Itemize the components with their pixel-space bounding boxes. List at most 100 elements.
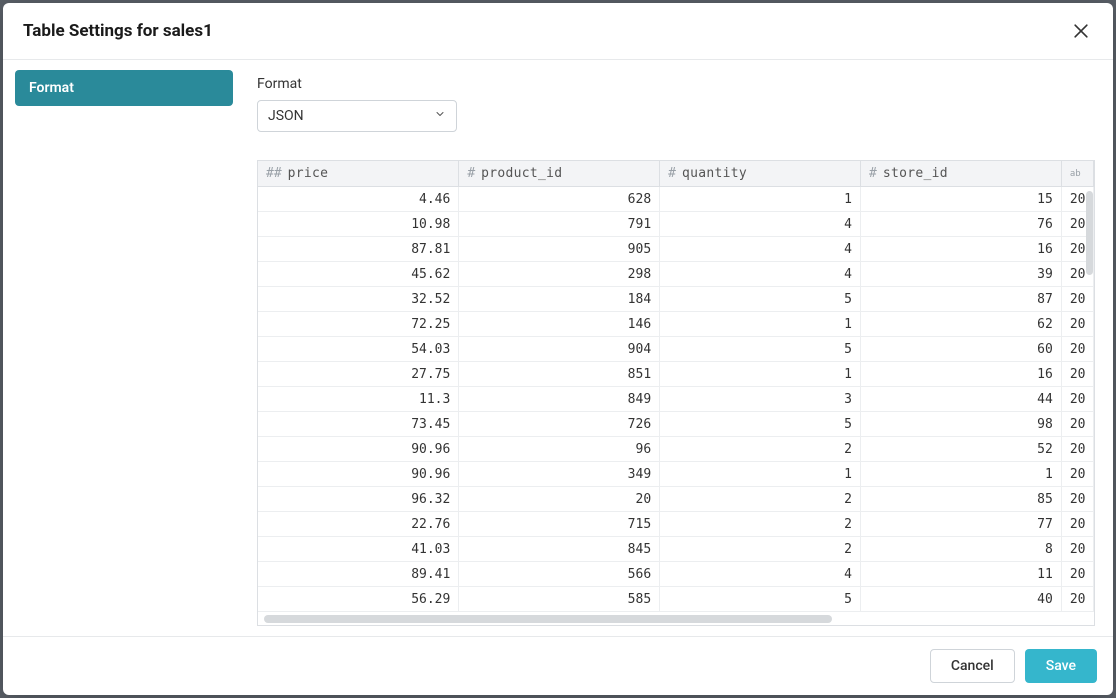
column-name: quantity [682, 166, 747, 181]
table-cell: 4.46 [258, 187, 459, 212]
table-cell: 77 [860, 512, 1061, 537]
table-row[interactable]: 54.0390456020 [258, 337, 1094, 362]
modal-title: Table Settings for sales1 [23, 21, 213, 41]
table-cell: 1 [660, 187, 861, 212]
sidebar-tab-format[interactable]: Format [15, 70, 233, 106]
close-button[interactable] [1069, 19, 1093, 43]
table-cell: 20 [459, 487, 660, 512]
table-cell: 56.29 [258, 587, 459, 612]
horizontal-scrollbar[interactable] [258, 611, 1094, 625]
vertical-scrollbar-thumb[interactable] [1086, 191, 1093, 275]
table-cell: 40 [860, 587, 1061, 612]
table-cell: 72.25 [258, 312, 459, 337]
table-cell: 11 [860, 562, 1061, 587]
column-header-extra[interactable]: ab [1061, 161, 1093, 187]
save-button-label: Save [1046, 658, 1076, 674]
table-cell: 726 [459, 412, 660, 437]
table-row[interactable]: 32.5218458720 [258, 287, 1094, 312]
table-row[interactable]: 4.4662811520 [258, 187, 1094, 212]
table-cell: 905 [459, 237, 660, 262]
table-row[interactable]: 73.4572659820 [258, 412, 1094, 437]
table-cell: 2 [660, 512, 861, 537]
table-cell: 32.52 [258, 287, 459, 312]
column-header-price[interactable]: ## price [258, 161, 459, 187]
table-cell: 3 [660, 387, 861, 412]
table-cell: 4 [660, 237, 861, 262]
table-row[interactable]: 90.969625220 [258, 437, 1094, 462]
column-name: product_id [481, 166, 562, 181]
table-cell: 20 [1061, 487, 1093, 512]
table-cell: 62 [860, 312, 1061, 337]
table-cell: 5 [660, 587, 861, 612]
horizontal-scrollbar-thumb[interactable] [264, 615, 832, 623]
table-cell: 20 [1061, 337, 1093, 362]
close-icon [1071, 21, 1091, 41]
format-field-label: Format [257, 76, 1095, 92]
table-cell: 41.03 [258, 537, 459, 562]
table-row[interactable]: 87.8190541620 [258, 237, 1094, 262]
table-cell: 22.76 [258, 512, 459, 537]
table-cell: 20 [1061, 312, 1093, 337]
table-row[interactable]: 56.2958554020 [258, 587, 1094, 612]
table-cell: 73.45 [258, 412, 459, 437]
table-cell: 5 [660, 412, 861, 437]
table-cell: 20 [1061, 437, 1093, 462]
column-header-quantity[interactable]: # quantity [660, 161, 861, 187]
table-cell: 45.62 [258, 262, 459, 287]
table-row[interactable]: 72.2514616220 [258, 312, 1094, 337]
table-cell: 27.75 [258, 362, 459, 387]
table-row[interactable]: 90.963491120 [258, 462, 1094, 487]
chevron-down-icon [434, 108, 446, 124]
settings-content: Format JSON [243, 60, 1113, 636]
table-cell: 87.81 [258, 237, 459, 262]
type-icon: # [467, 166, 475, 181]
preview-table: ## price # product_id [258, 161, 1094, 611]
table-cell: 845 [459, 537, 660, 562]
format-select-value: JSON [268, 108, 304, 124]
table-cell: 8 [860, 537, 1061, 562]
table-cell: 4 [660, 262, 861, 287]
table-row[interactable]: 96.322028520 [258, 487, 1094, 512]
table-cell: 52 [860, 437, 1061, 462]
modal-footer: Cancel Save [3, 636, 1113, 695]
table-row[interactable]: 41.038452820 [258, 537, 1094, 562]
sidebar-tab-label: Format [29, 80, 74, 96]
table-cell: 2 [660, 437, 861, 462]
table-cell: 1 [660, 462, 861, 487]
table-settings-modal: Table Settings for sales1 Format Format … [3, 3, 1113, 695]
table-cell: 184 [459, 287, 660, 312]
table-header-row: ## price # product_id [258, 161, 1094, 187]
table-scroll-area[interactable]: ## price # product_id [258, 161, 1094, 611]
format-select[interactable]: JSON [257, 100, 457, 132]
table-cell: 20 [1061, 537, 1093, 562]
table-cell: 44 [860, 387, 1061, 412]
save-button[interactable]: Save [1025, 649, 1097, 683]
table-cell: 566 [459, 562, 660, 587]
table-row[interactable]: 10.9879147620 [258, 212, 1094, 237]
table-cell: 849 [459, 387, 660, 412]
table-cell: 39 [860, 262, 1061, 287]
type-icon: # [869, 166, 877, 181]
table-cell: 4 [660, 212, 861, 237]
table-cell: 5 [660, 287, 861, 312]
table-row[interactable]: 22.7671527720 [258, 512, 1094, 537]
column-header-product-id[interactable]: # product_id [459, 161, 660, 187]
table-cell: 20 [1061, 287, 1093, 312]
table-cell: 851 [459, 362, 660, 387]
table-row[interactable]: 45.6229843920 [258, 262, 1094, 287]
table-cell: 20 [1061, 387, 1093, 412]
table-row[interactable]: 89.4156641120 [258, 562, 1094, 587]
table-cell: 715 [459, 512, 660, 537]
table-cell: 96.32 [258, 487, 459, 512]
column-header-store-id[interactable]: # store_id [860, 161, 1061, 187]
table-cell: 87 [860, 287, 1061, 312]
table-row[interactable]: 27.7585111620 [258, 362, 1094, 387]
table-cell: 5 [660, 337, 861, 362]
table-cell: 20 [1061, 462, 1093, 487]
cancel-button[interactable]: Cancel [930, 649, 1015, 683]
table-cell: 96 [459, 437, 660, 462]
table-cell: 146 [459, 312, 660, 337]
table-cell: 20 [1061, 562, 1093, 587]
table-cell: 904 [459, 337, 660, 362]
table-row[interactable]: 11.384934420 [258, 387, 1094, 412]
